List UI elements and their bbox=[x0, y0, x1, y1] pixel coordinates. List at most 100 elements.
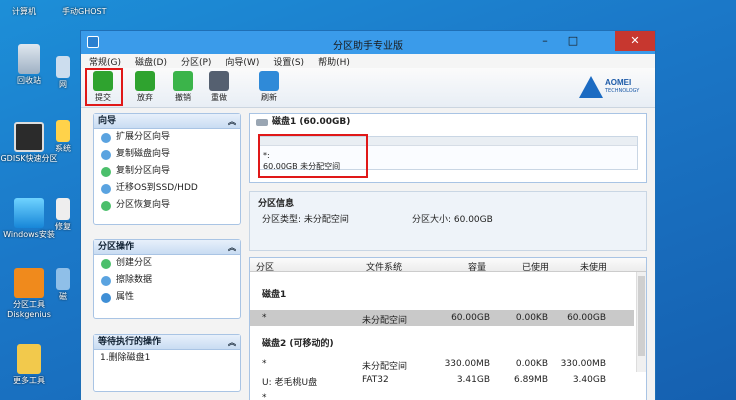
disk-map: 磁盘1 (60.00GB) *: 60.00GB 未分配空间 bbox=[249, 113, 647, 183]
toolbar: 提交 放弃 撤销 重做 刷新 AOMEI TECHNOLOGY bbox=[81, 68, 655, 108]
cell-partition: * bbox=[262, 359, 267, 369]
partition-info-box: 分区信息 分区类型: 未分配空间 分区大小: 60.00GB bbox=[249, 191, 647, 251]
logo-triangle-icon bbox=[579, 76, 603, 98]
desktop-icon-partial[interactable]: 网 bbox=[48, 56, 78, 90]
logo-brand: AOMEI bbox=[605, 78, 632, 87]
cell-capacity: 60.00GB bbox=[451, 313, 490, 323]
op-wipe-data[interactable]: 擦除数据 bbox=[94, 272, 240, 289]
desktop-icon-label: 磁 bbox=[59, 292, 67, 301]
disk-group-label: 磁盘2 (可移动的) bbox=[262, 339, 334, 349]
desktop-icon-more-tools[interactable]: 更多工具 bbox=[0, 344, 60, 386]
desktop-icon-label: 系统 bbox=[55, 144, 71, 153]
highlight-box bbox=[85, 68, 123, 106]
op-label: 擦除数据 bbox=[116, 275, 153, 285]
collapse-icon[interactable]: ︽ bbox=[228, 114, 236, 129]
wizard-item-copy-disk[interactable]: 复制磁盘向导 bbox=[94, 146, 240, 163]
col-used[interactable]: 已使用 bbox=[522, 260, 549, 273]
close-button[interactable]: ✕ bbox=[615, 31, 655, 51]
maximize-button[interactable]: □ bbox=[559, 31, 587, 51]
wizard-item-extend[interactable]: 扩展分区向导 bbox=[94, 129, 240, 146]
refresh-label: 刷新 bbox=[261, 93, 277, 102]
desktop-icon-partial[interactable]: 磁 bbox=[48, 268, 78, 302]
cell-capacity: 3.41GB bbox=[456, 375, 490, 385]
table-scrollbar[interactable] bbox=[636, 272, 646, 372]
wizard-item-label: 迁移OS到SSD/HDD bbox=[116, 183, 198, 193]
cell-free: 60.00GB bbox=[567, 313, 606, 323]
desktop-icon-partial[interactable]: 修复 bbox=[48, 198, 78, 232]
menu-partition[interactable]: 分区(P) bbox=[181, 55, 211, 68]
disk2-group-row[interactable]: 磁盘2 (可移动的) bbox=[250, 333, 634, 349]
disk1-header[interactable]: 磁盘1 (60.00GB) bbox=[250, 114, 646, 131]
folder-icon bbox=[17, 344, 41, 374]
collapse-icon[interactable]: ︽ bbox=[228, 335, 236, 350]
menu-bar: 常规(G) 磁盘(D) 分区(P) 向导(W) 设置(S) 帮助(H) bbox=[81, 54, 655, 68]
wizard-panel-title: 向导 bbox=[98, 116, 117, 126]
cell-fs: FAT32 bbox=[362, 375, 389, 385]
table-row[interactable]: * 未分配空间 60.00GB 0.00KB 60.00GB bbox=[250, 310, 634, 326]
partition-assistant-window: 分区助手专业版 – □ ✕ 常规(G) 磁盘(D) 分区(P) 向导(W) 设置… bbox=[80, 30, 656, 400]
create-icon bbox=[101, 259, 111, 269]
diskgenius-icon bbox=[14, 268, 44, 298]
table-header: 分区 文件系统 容量 已使用 未使用 bbox=[250, 258, 646, 273]
col-partition[interactable]: 分区 bbox=[256, 260, 274, 273]
properties-icon bbox=[101, 293, 111, 303]
disk1-group-row[interactable]: 磁盘1 bbox=[250, 284, 634, 300]
disk1-header-label: 磁盘1 (60.00GB) bbox=[272, 117, 351, 127]
op-create-partition[interactable]: 创建分区 bbox=[94, 255, 240, 272]
refresh-icon bbox=[259, 71, 279, 91]
wizard-item-recovery[interactable]: 分区恢复向导 bbox=[94, 197, 240, 214]
desktop-label-ghost[interactable]: 手动GHOST bbox=[62, 6, 106, 17]
desktop-icon-partial[interactable]: 系统 bbox=[48, 120, 78, 154]
table-row[interactable]: * 未分配空间 330.00MB 0.00KB 330.00MB bbox=[250, 356, 634, 372]
disk-icon bbox=[256, 119, 268, 126]
partition-ops-panel: 分区操作 ︽ 创建分区 擦除数据 属性 bbox=[93, 239, 241, 319]
pending-panel-title: 等待执行的操作 bbox=[98, 337, 162, 347]
partition-info-title: 分区信息 bbox=[258, 199, 295, 209]
cell-used: 0.00KB bbox=[515, 313, 548, 323]
partition-size: 分区大小: 60.00GB bbox=[412, 215, 493, 225]
discard-button[interactable]: 放弃 bbox=[129, 70, 161, 103]
redo-label: 重做 bbox=[211, 93, 227, 102]
cell-partition: U: 老毛桃U盘 bbox=[262, 378, 318, 388]
ops-panel-header[interactable]: 分区操作 ︽ bbox=[94, 240, 240, 255]
title-bar[interactable]: 分区助手专业版 – □ ✕ bbox=[81, 31, 655, 54]
menu-wizard[interactable]: 向导(W) bbox=[225, 55, 259, 68]
menu-general[interactable]: 常规(G) bbox=[89, 55, 121, 68]
table-row[interactable]: U: 老毛桃U盘 FAT32 3.41GB 6.89MB 3.40GB bbox=[250, 372, 634, 388]
disk-icon bbox=[56, 268, 70, 290]
pending-op-item[interactable]: 1.删除磁盘1 bbox=[94, 350, 240, 367]
pending-panel-header[interactable]: 等待执行的操作 ︽ bbox=[94, 335, 240, 350]
op-properties[interactable]: 属性 bbox=[94, 289, 240, 306]
wizard-panel-header[interactable]: 向导 ︽ bbox=[94, 114, 240, 129]
undo-button[interactable]: 撤销 bbox=[167, 70, 199, 103]
wizard-item-copy-partition[interactable]: 复制分区向导 bbox=[94, 163, 240, 180]
minimize-button[interactable]: – bbox=[531, 31, 559, 51]
collapse-icon[interactable]: ︽ bbox=[228, 240, 236, 255]
partition-table: 分区 文件系统 容量 已使用 未使用 磁盘1 * 未分配空间 60.00GB 0… bbox=[249, 257, 647, 400]
menu-settings[interactable]: 设置(S) bbox=[273, 55, 304, 68]
redo-button[interactable]: 重做 bbox=[203, 70, 235, 103]
menu-help[interactable]: 帮助(H) bbox=[318, 55, 350, 68]
col-filesystem[interactable]: 文件系统 bbox=[366, 260, 402, 273]
desktop-label-computer[interactable]: 计算机 bbox=[12, 6, 36, 17]
table-row[interactable]: * bbox=[250, 390, 634, 400]
scrollbar-thumb[interactable] bbox=[638, 276, 645, 356]
cell-fs: 未分配空间 bbox=[362, 362, 408, 372]
cell-partition: * bbox=[262, 393, 267, 400]
wizard-item-label: 复制分区向导 bbox=[116, 166, 171, 176]
refresh-button[interactable]: 刷新 bbox=[253, 70, 285, 103]
menu-disk[interactable]: 磁盘(D) bbox=[135, 55, 167, 68]
wizard-icon bbox=[101, 184, 111, 194]
wizard-item-label: 分区恢复向导 bbox=[116, 200, 171, 210]
col-free[interactable]: 未使用 bbox=[580, 260, 607, 273]
col-capacity[interactable]: 容量 bbox=[468, 260, 486, 273]
cell-capacity: 330.00MB bbox=[444, 359, 490, 369]
logo-sub: TECHNOLOGY bbox=[605, 88, 640, 94]
cell-fs: 未分配空间 bbox=[362, 316, 408, 326]
desktop-icon-label: 更多工具 bbox=[13, 376, 45, 385]
ops-panel-title: 分区操作 bbox=[98, 242, 135, 252]
cell-partition: * bbox=[262, 313, 267, 323]
wizard-item-migrate-os[interactable]: 迁移OS到SSD/HDD bbox=[94, 180, 240, 197]
gdisk-icon bbox=[14, 122, 44, 152]
partition-type: 分区类型: 未分配空间 bbox=[262, 215, 349, 225]
